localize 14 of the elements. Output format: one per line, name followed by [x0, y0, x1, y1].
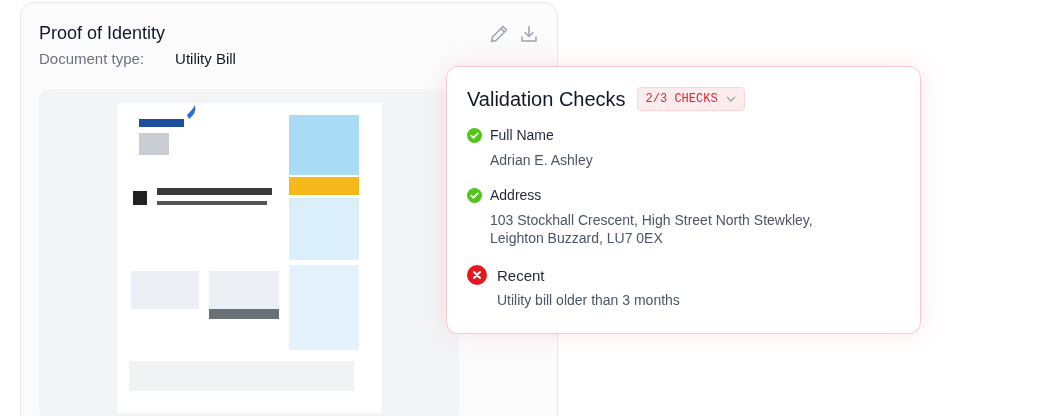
- card-title: Proof of Identity: [39, 23, 166, 44]
- checks-dropdown[interactable]: 2/3 CHECKS: [636, 87, 745, 111]
- check-detail: 103 Stockhall Crescent, High Street North Stewkley, Leighton Buzzard, LU7 0EX: [489, 211, 814, 247]
- card-title: Validation Checks: [467, 87, 626, 111]
- chevron-icon: [725, 96, 736, 102]
- field-label: Document type:: [39, 50, 145, 67]
- field-value: Utility Bill: [175, 50, 236, 67]
- download-icon[interactable]: [519, 23, 539, 44]
- check-detail: Adrian E. Ashley: [489, 151, 594, 169]
- check-label: Address: [490, 187, 542, 203]
- check-label: Recent: [497, 266, 545, 284]
- check-label: Full Name: [490, 127, 554, 143]
- edit-icon[interactable]: [489, 23, 509, 44]
- check-detail: Utility bill older than 3 months: [496, 291, 681, 309]
